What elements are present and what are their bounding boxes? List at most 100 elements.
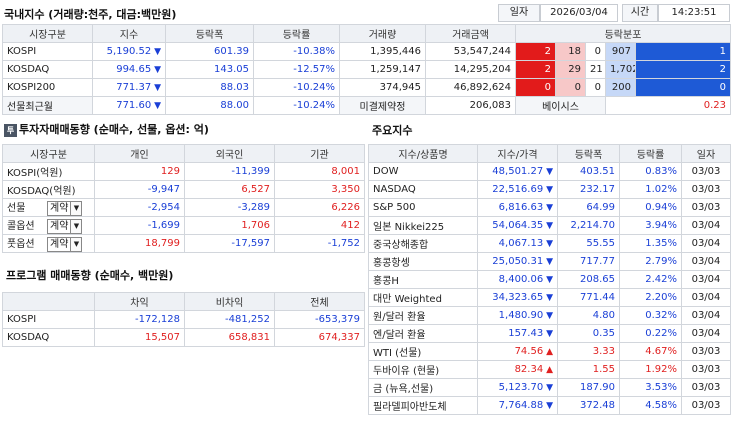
foreign-value: -3,289 [184,198,275,217]
foreign-value: 1,706 [184,216,275,235]
market-name: KOSPI200 [2,78,93,97]
table-row[interactable]: KOSDAQ 994.65 143.05 -12.57% 1,259,147 1… [2,60,732,79]
change-value: 88.03 [165,78,254,97]
table-row[interactable]: DOW48,501.27403.510.83%03/03 [368,162,731,181]
table-row[interactable]: KOSPI(억원) 129 -11,399 8,001 [2,162,365,181]
index-date: 03/03 [681,198,731,217]
non-arbitrage-value: 658,831 [184,328,275,347]
time-value: 14:23:51 [658,4,730,22]
index-date: 03/04 [681,324,731,343]
table-row[interactable]: KOSDAQ(억원) -9,947 6,527 3,350 [2,180,365,199]
col-blank [2,292,95,311]
table-row[interactable]: KOSDAQ 15,507 658,831 674,337 [2,328,365,347]
col-non-arbitrage: 비차익 [184,292,275,311]
index-change: 1.55 [557,360,620,379]
table-row[interactable]: 대만 Weighted34,323.65771.442.20%03/04 [368,288,731,307]
table-row[interactable]: 중국상해종합4,067.1355.551.35%03/04 [368,234,731,253]
table-row[interactable]: KOSPI200 771.37 88.03 -10.24% 374,945 46… [2,78,732,97]
individual-value: 129 [94,162,185,181]
program-market-name: KOSDAQ [2,328,95,347]
limit-down-count: 1 [634,42,732,61]
index-price: 82.34 [477,360,558,379]
index-name: 원/달러 환율 [368,306,478,325]
fall-count: 907 [605,42,636,61]
futures-row[interactable]: 선물최근월 771.60 88.00 -10.24% 미결제약정 206,083… [2,96,732,115]
domestic-header-row: 시장구분 지수 등락폭 등락률 거래량 거래금액 등락분포 [2,24,732,43]
limit-down-count: 2 [634,60,732,79]
table-row[interactable]: 금 (뉴욕,선물)5,123.70187.903.53%03/03 [368,378,731,397]
col-arbitrage: 차익 [94,292,185,311]
table-row[interactable]: 선물 계약 ▼ -2,954 -3,289 6,226 [2,198,365,217]
chevron-down-icon[interactable]: ▼ [71,218,83,234]
futures-change: 88.00 [165,96,254,115]
table-row[interactable]: 엔/달러 환율157.430.350.22%03/04 [368,324,731,343]
fall-count: 1,702 [605,60,636,79]
non-arbitrage-value: -481,252 [184,310,275,329]
col-market: 시장구분 [2,144,95,163]
index-date: 03/04 [681,270,731,289]
table-row[interactable]: 풋옵션 계약 ▼ 18,799 -17,597 -1,752 [2,234,365,253]
program-title: 프로그램 매매동향 (순매수, 백만원) [6,269,174,282]
index-name: 대만 Weighted [368,288,478,307]
col-market: 시장구분 [2,24,93,43]
col-price: 지수/가격 [477,144,558,163]
index-date: 03/04 [681,252,731,271]
arbitrage-value: -172,128 [94,310,185,329]
table-row[interactable]: KOSPI -172,128 -481,252 -653,379 [2,310,365,329]
investor-table: 시장구분 개인 외국인 기관 KOSPI(억원) 129 -11,399 8,0… [2,144,365,253]
unit-select[interactable]: 계약 [47,236,72,252]
table-row[interactable]: 콜옵션 계약 ▼ -1,699 1,706 412 [2,216,365,235]
index-date: 03/04 [681,306,731,325]
table-row[interactable]: KOSPI 5,190.52 601.39 -10.38% 1,395,446 … [2,42,732,61]
index-date: 03/03 [681,396,731,415]
chevron-down-icon[interactable]: ▼ [71,236,83,252]
unit-select[interactable]: 계약 [47,200,72,216]
index-rate: 4.67% [619,342,682,361]
market-name: KOSPI [2,42,93,61]
col-amount: 거래금액 [425,24,516,43]
index-price: 6,816.63 [477,198,558,217]
index-name: 엔/달러 환율 [368,324,478,343]
index-date: 03/03 [681,162,731,181]
table-row[interactable]: 원/달러 환율1,480.904.800.32%03/04 [368,306,731,325]
volume-value: 1,395,446 [339,42,426,61]
rise-count: 29 [555,60,586,79]
index-name: 일본 Nikkei225 [368,216,478,235]
date-value[interactable]: 2026/03/04 [540,4,618,22]
investor-header-row: 시장구분 개인 외국인 기관 [2,144,365,163]
futures-label: 선물 [7,203,26,215]
rate-value: -10.38% [253,42,340,61]
limit-down-count: 0 [634,78,732,97]
major-index-table: 지수/상품명 지수/가격 등락폭 등락률 일자 DOW48,501.27403.… [368,144,731,415]
rise-count: 18 [555,42,586,61]
institution-value: 8,001 [274,162,365,181]
index-change: 232.17 [557,180,620,199]
investor-badge-icon: 투 [4,123,17,137]
chevron-down-icon[interactable]: ▼ [71,200,83,216]
index-value: 5,190.52 [92,42,166,61]
table-row[interactable]: 홍콩H8,400.06208.652.42%03/04 [368,270,731,289]
foreign-value: -17,597 [184,234,275,253]
index-rate: 4.58% [619,396,682,415]
index-rate: 1.35% [619,234,682,253]
investor-market-name: KOSPI(억원) [2,162,95,181]
individual-value: -2,954 [94,198,185,217]
table-row[interactable]: 두바이유 (현물)82.341.551.92%03/03 [368,360,731,379]
total-value: -653,379 [274,310,365,329]
col-total: 전체 [274,292,365,311]
fall-count: 200 [605,78,636,97]
futures-name: 선물최근월 [2,96,93,115]
limit-up-count: 2 [515,60,556,79]
table-row[interactable]: NASDAQ22,516.69232.171.02%03/03 [368,180,731,199]
table-row[interactable]: 일본 Nikkei22554,064.352,214.703.94%03/04 [368,216,731,235]
table-row[interactable]: WTI (선물)74.563.334.67%03/03 [368,342,731,361]
unit-select[interactable]: 계약 [47,218,72,234]
basis-value: 0.23 [604,96,732,115]
table-row[interactable]: S&P 5006,816.6364.990.94%03/03 [368,198,731,217]
col-rate: 등락률 [253,24,340,43]
index-date: 03/04 [681,234,731,253]
table-row[interactable]: 필라델피아반도체7,764.88372.484.58%03/03 [368,396,731,415]
index-name: 두바이유 (현물) [368,360,478,379]
table-row[interactable]: 홍콩항셍25,050.31717.772.79%03/04 [368,252,731,271]
col-foreign: 외국인 [184,144,275,163]
